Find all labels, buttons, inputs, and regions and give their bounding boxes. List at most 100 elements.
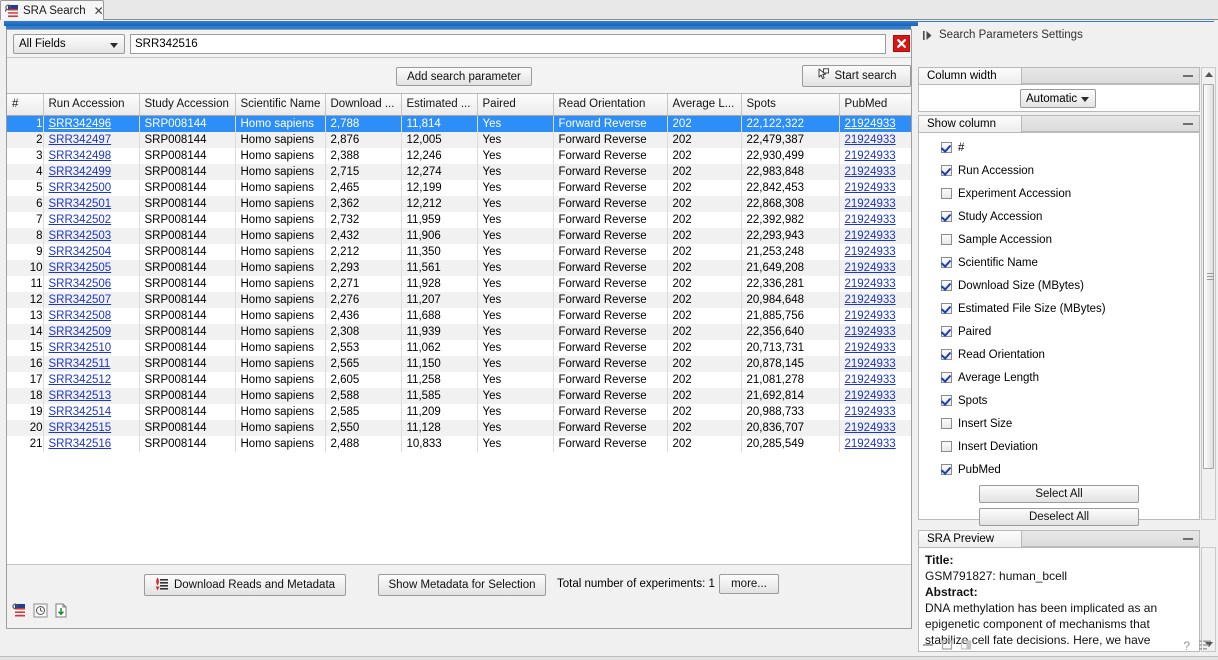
cell-pubmed-link[interactable]: 21924933 [845,134,896,146]
cell-run-accession[interactable]: SRR342510 [43,340,139,356]
table-row[interactable]: 5SRR342500SRP008144Homo sapiens2,46512,1… [7,180,911,196]
cell-pubmed[interactable]: 21924933 [839,372,911,388]
cell-run-accession[interactable]: SRR342503 [43,228,139,244]
cell-run-accession-link[interactable]: SRR342498 [49,150,112,162]
cell-run-accession-link[interactable]: SRR342512 [49,374,112,386]
close-icon[interactable]: ✕ [94,5,104,17]
column-header-average[interactable]: Average L... [667,94,741,115]
search-input[interactable]: SRR342516 [130,34,886,54]
column-header-name[interactable]: Scientific Name [235,94,325,115]
cell-run-accession-link[interactable]: SRR342500 [49,182,112,194]
cell-run-accession-link[interactable]: SRR342513 [49,390,112,402]
checkbox-unchecked-icon[interactable] [941,418,952,429]
table-row[interactable]: 9SRR342504SRP008144Homo sapiens2,21211,3… [7,244,911,260]
show-column-checkbox-read-orientation[interactable]: Read Orientation [919,343,1199,366]
column-header-paired[interactable]: Paired [477,94,553,115]
download-reads-button[interactable]: Download Reads and Metadata [144,574,346,596]
more-button[interactable]: more... [719,574,779,594]
cell-pubmed-link[interactable]: 21924933 [845,214,896,226]
cell-pubmed-link[interactable]: 21924933 [845,342,896,354]
checkbox-checked-icon[interactable] [941,165,952,176]
field-selector-dropdown[interactable]: All Fields [13,34,125,54]
cell-run-accession[interactable]: SRR342511 [43,356,139,372]
show-metadata-button[interactable]: Show Metadata for Selection [378,574,546,596]
column-header-spots[interactable]: Spots [741,94,839,115]
cell-pubmed[interactable]: 21924933 [839,356,911,372]
cell-run-accession[interactable]: SRR342498 [43,148,139,164]
cell-run-accession-link[interactable]: SRR342504 [49,246,112,258]
scroll-up-button[interactable] [1202,68,1215,81]
show-column-checkbox-insert-deviation[interactable]: Insert Deviation [919,435,1199,458]
cell-run-accession[interactable]: SRR342506 [43,276,139,292]
tab-sra-search[interactable]: SRA Search ✕ [0,0,104,20]
show-column-checkbox-average-length[interactable]: Average Length [919,366,1199,389]
cell-pubmed-link[interactable]: 21924933 [845,294,896,306]
column-header-study[interactable]: Study Accession [139,94,235,115]
show-column-checkbox-run-accession[interactable]: Run Accession [919,159,1199,182]
cell-run-accession-link[interactable]: SRR342516 [49,438,112,450]
cell-pubmed[interactable]: 21924933 [839,115,911,132]
cell-pubmed[interactable]: 21924933 [839,132,911,148]
cell-pubmed[interactable]: 21924933 [839,388,911,404]
group-show-column-header[interactable]: Show column [918,115,1200,132]
show-column-checkbox-study-accession[interactable]: Study Accession [919,205,1199,228]
cell-pubmed[interactable]: 21924933 [839,436,911,452]
checkbox-checked-icon[interactable] [941,395,952,406]
cell-run-accession-link[interactable]: SRR342515 [49,422,112,434]
help-icon[interactable]: ? [1183,639,1190,653]
show-column-checkbox-spots[interactable]: Spots [919,389,1199,412]
deselect-all-button[interactable]: Deselect All [979,508,1139,526]
column-width-dropdown[interactable]: Automatic [1020,89,1096,108]
cell-pubmed[interactable]: 21924933 [839,260,911,276]
cell-pubmed[interactable]: 21924933 [839,276,911,292]
cell-pubmed-link[interactable]: 21924933 [845,118,896,130]
table-row[interactable]: 18SRR342513SRP008144Homo sapiens2,58811,… [7,388,911,404]
cell-pubmed-link[interactable]: 21924933 [845,246,896,258]
column-header-pubmed[interactable]: PubMed [839,94,911,115]
cell-pubmed-link[interactable]: 21924933 [845,390,896,402]
checkbox-checked-icon[interactable] [941,142,952,153]
cell-pubmed-link[interactable]: 21924933 [845,310,896,322]
group-column-width-header[interactable]: Column width [918,67,1200,84]
cell-pubmed[interactable]: 21924933 [839,420,911,436]
cell-run-accession-link[interactable]: SRR342505 [49,262,112,274]
checkbox-checked-icon[interactable] [941,464,952,475]
cell-run-accession-link[interactable]: SRR342507 [49,294,112,306]
table-row[interactable]: 3SRR342498SRP008144Homo sapiens2,38812,2… [7,148,911,164]
cell-pubmed-link[interactable]: 21924933 [845,198,896,210]
cell-run-accession-link[interactable]: SRR342511 [49,358,111,370]
cell-pubmed-link[interactable]: 21924933 [845,326,896,338]
scrollbar-thumb[interactable] [1203,84,1214,469]
cell-run-accession[interactable]: SRR342505 [43,260,139,276]
table-row[interactable]: 16SRR342511SRP008144Homo sapiens2,56511,… [7,356,911,372]
table-row[interactable]: 20SRR342515SRP008144Homo sapiens2,55011,… [7,420,911,436]
table-row[interactable]: 8SRR342503SRP008144Homo sapiens2,43211,9… [7,228,911,244]
table-row[interactable]: 12SRR342507SRP008144Homo sapiens2,27611,… [7,292,911,308]
table-row[interactable]: 15SRR342510SRP008144Homo sapiens2,55311,… [7,340,911,356]
checkbox-unchecked-icon[interactable] [941,234,952,245]
cell-run-accession[interactable]: SRR342508 [43,308,139,324]
expand-panel-icon[interactable] [922,30,934,41]
cell-run-accession-link[interactable]: SRR342499 [49,166,112,178]
cell-pubmed[interactable]: 21924933 [839,180,911,196]
column-header-index[interactable]: # [7,94,43,115]
column-header-download[interactable]: Download ... [325,94,401,115]
minimize-icon[interactable] [922,639,934,654]
column-header-estimated[interactable]: Estimated ... [401,94,477,115]
cell-run-accession-link[interactable]: SRR342510 [49,342,112,354]
dock-icon[interactable] [960,639,972,654]
cell-pubmed[interactable]: 21924933 [839,308,911,324]
cell-pubmed[interactable]: 21924933 [839,324,911,340]
cell-pubmed-link[interactable]: 21924933 [845,150,896,162]
column-header-run[interactable]: Run Accession [43,94,139,115]
checkbox-checked-icon[interactable] [941,303,952,314]
table-row[interactable]: 11SRR342506SRP008144Homo sapiens2,27111,… [7,276,911,292]
table-row[interactable]: 1SRR342496SRP008144Homo sapiens2,78811,8… [7,115,911,132]
cell-run-accession-link[interactable]: SRR342501 [49,198,112,210]
cell-pubmed-link[interactable]: 21924933 [845,230,896,242]
cell-pubmed[interactable]: 21924933 [839,164,911,180]
show-column-checkbox-[interactable]: # [919,136,1199,159]
start-search-button[interactable]: Start search [802,65,911,87]
collapse-icon[interactable] [1183,75,1193,77]
sra-preview-header[interactable]: SRA Preview [918,530,1200,547]
